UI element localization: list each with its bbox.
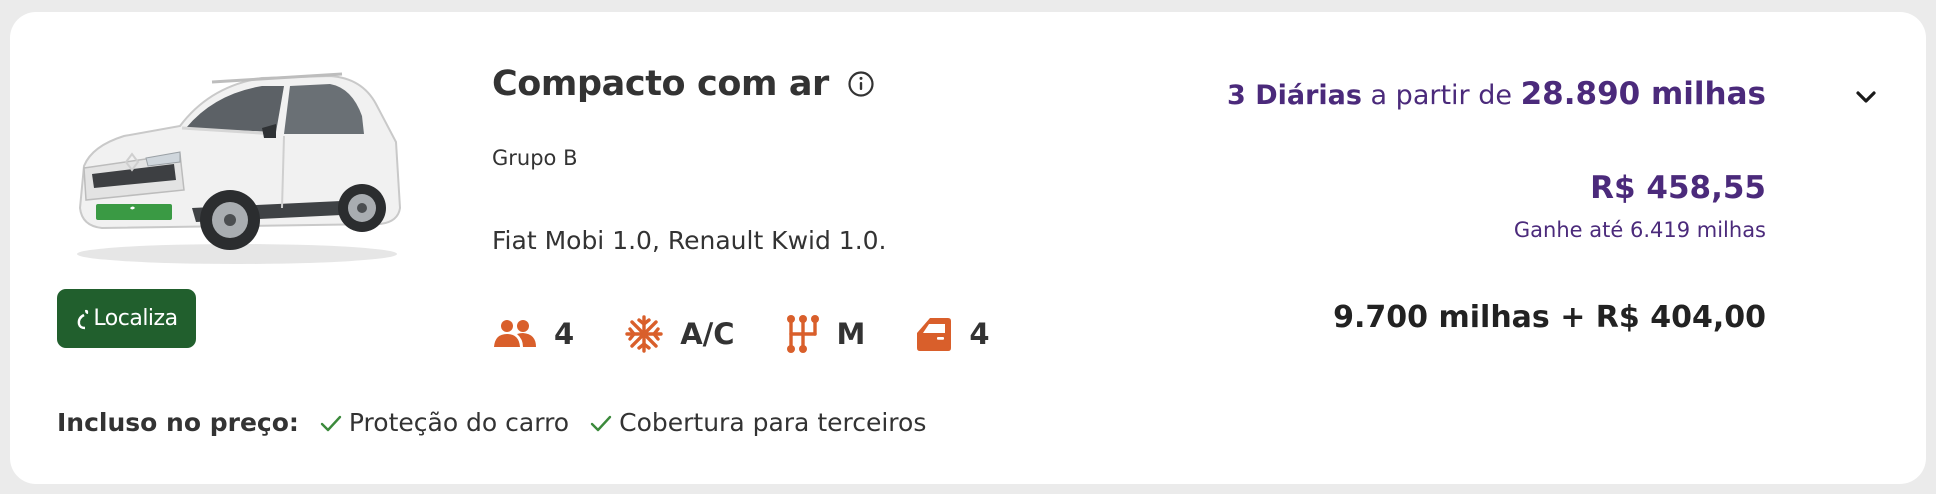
miles-plus-cash-price: 9.700 milhas + R$ 404,00 [1333, 300, 1766, 335]
info-icon[interactable] [847, 70, 875, 98]
chevron-down-icon [1856, 91, 1876, 103]
transmission-value: M [836, 317, 866, 351]
feature-passengers: 4 [492, 317, 574, 351]
car-models: Fiat Mobi 1.0, Renault Kwid 1.0. [492, 226, 887, 255]
doors-value: 4 [969, 317, 990, 351]
from-text: a partir de [1370, 80, 1512, 111]
feature-ac: A/C [624, 314, 735, 354]
ac-value: A/C [680, 317, 735, 351]
feature-doors: 4 [915, 315, 990, 353]
earn-miles: Ganhe até 6.419 milhas [1513, 218, 1766, 242]
car-offer-card: Localiza Compacto com ar Grupo B Fiat Mo… [10, 12, 1926, 484]
included-label: Incluso no preço: [57, 408, 299, 437]
gearshift-icon [786, 315, 819, 353]
miles-price: 28.890 milhas [1520, 76, 1766, 112]
cash-price: R$ 458,55 [1590, 170, 1766, 206]
car-category-title: Compacto com ar [492, 64, 829, 104]
included-item: Proteção do carro [319, 408, 569, 437]
car-door-icon [917, 318, 952, 351]
title-row: Compacto com ar [492, 64, 875, 104]
included-item-label: Proteção do carro [348, 408, 570, 437]
feature-transmission: M [785, 314, 866, 354]
included-item-label: Cobertura para terceiros [619, 408, 927, 437]
feature-list: 4 A/C M 4 [492, 314, 1040, 354]
leaf-icon [78, 309, 89, 329]
check-icon [320, 415, 342, 431]
localiza-logo: Localiza [57, 289, 196, 348]
car-group: Grupo B [492, 146, 578, 170]
brand-name: Localiza [93, 306, 178, 331]
passengers-value: 4 [554, 317, 575, 351]
snowflake-icon [625, 315, 663, 353]
check-icon [590, 415, 612, 431]
car-image [62, 58, 408, 268]
people-icon [494, 320, 536, 347]
rental-days: 3 Diárias [1227, 80, 1362, 111]
expand-chevron-button[interactable] [1853, 84, 1879, 110]
price-headline: 3 Diárias a partir de 28.890 milhas [1227, 76, 1766, 112]
included-in-price: Incluso no preço: Proteção do carro Cobe… [57, 408, 946, 437]
included-item: Cobertura para terceiros [589, 408, 926, 437]
